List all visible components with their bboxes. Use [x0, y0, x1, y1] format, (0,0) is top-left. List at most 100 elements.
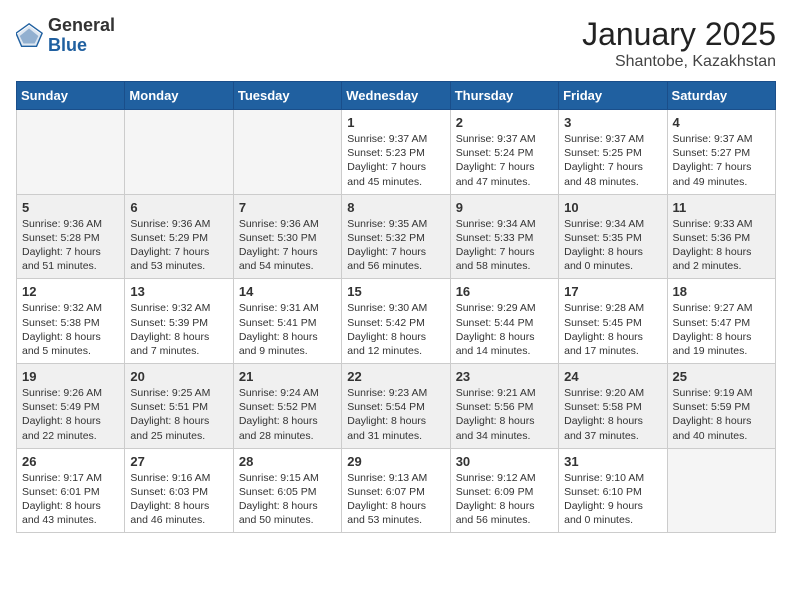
calendar-cell: 29Sunrise: 9:13 AMSunset: 6:07 PMDayligh…: [342, 448, 450, 533]
day-info: Sunset: 5:38 PM: [22, 316, 119, 330]
logo-general: General: [48, 16, 115, 36]
day-number: 19: [22, 369, 119, 384]
calendar-table: SundayMondayTuesdayWednesdayThursdayFrid…: [16, 81, 776, 533]
calendar-day-header: Saturday: [667, 82, 775, 110]
day-info: Sunrise: 9:30 AM: [347, 301, 444, 315]
day-info: Sunrise: 9:15 AM: [239, 471, 336, 485]
day-info: Sunrise: 9:17 AM: [22, 471, 119, 485]
day-info: Daylight: 8 hours and 5 minutes.: [22, 330, 119, 358]
day-info: Sunset: 5:23 PM: [347, 146, 444, 160]
calendar-cell: 19Sunrise: 9:26 AMSunset: 5:49 PMDayligh…: [17, 364, 125, 449]
day-number: 22: [347, 369, 444, 384]
day-info: Sunrise: 9:13 AM: [347, 471, 444, 485]
day-info: Daylight: 8 hours and 17 minutes.: [564, 330, 661, 358]
day-info: Sunrise: 9:36 AM: [130, 217, 227, 231]
day-number: 20: [130, 369, 227, 384]
day-info: Daylight: 7 hours and 48 minutes.: [564, 160, 661, 188]
day-info: Sunset: 5:35 PM: [564, 231, 661, 245]
day-info: Sunset: 6:01 PM: [22, 485, 119, 499]
calendar-cell: 17Sunrise: 9:28 AMSunset: 5:45 PMDayligh…: [559, 279, 667, 364]
day-info: Daylight: 8 hours and 50 minutes.: [239, 499, 336, 527]
day-info: Daylight: 7 hours and 54 minutes.: [239, 245, 336, 273]
calendar-cell: 7Sunrise: 9:36 AMSunset: 5:30 PMDaylight…: [233, 194, 341, 279]
day-info: Sunset: 5:49 PM: [22, 400, 119, 414]
day-number: 5: [22, 200, 119, 215]
location-title: Shantobe, Kazakhstan: [582, 53, 776, 71]
day-info: Sunrise: 9:36 AM: [239, 217, 336, 231]
day-info: Sunrise: 9:37 AM: [456, 132, 553, 146]
day-info: Sunrise: 9:35 AM: [347, 217, 444, 231]
day-info: Sunrise: 9:23 AM: [347, 386, 444, 400]
calendar-cell: 9Sunrise: 9:34 AMSunset: 5:33 PMDaylight…: [450, 194, 558, 279]
calendar-cell: 8Sunrise: 9:35 AMSunset: 5:32 PMDaylight…: [342, 194, 450, 279]
calendar-cell: [233, 110, 341, 195]
day-info: Sunset: 6:10 PM: [564, 485, 661, 499]
day-info: Sunset: 5:39 PM: [130, 316, 227, 330]
day-info: Sunrise: 9:37 AM: [347, 132, 444, 146]
day-info: Daylight: 8 hours and 19 minutes.: [673, 330, 770, 358]
day-info: Sunset: 5:56 PM: [456, 400, 553, 414]
day-info: Sunrise: 9:34 AM: [564, 217, 661, 231]
day-info: Sunrise: 9:33 AM: [673, 217, 770, 231]
day-info: Sunset: 5:36 PM: [673, 231, 770, 245]
day-number: 23: [456, 369, 553, 384]
calendar-day-header: Wednesday: [342, 82, 450, 110]
day-info: Daylight: 7 hours and 53 minutes.: [130, 245, 227, 273]
calendar-cell: 24Sunrise: 9:20 AMSunset: 5:58 PMDayligh…: [559, 364, 667, 449]
day-info: Sunset: 5:30 PM: [239, 231, 336, 245]
day-info: Sunset: 5:47 PM: [673, 316, 770, 330]
calendar-day-header: Tuesday: [233, 82, 341, 110]
calendar-day-header: Thursday: [450, 82, 558, 110]
calendar-cell: 21Sunrise: 9:24 AMSunset: 5:52 PMDayligh…: [233, 364, 341, 449]
day-number: 2: [456, 115, 553, 130]
day-info: Sunrise: 9:24 AM: [239, 386, 336, 400]
calendar-week-row: 1Sunrise: 9:37 AMSunset: 5:23 PMDaylight…: [17, 110, 776, 195]
day-info: Daylight: 8 hours and 46 minutes.: [130, 499, 227, 527]
day-number: 18: [673, 284, 770, 299]
page-header: General Blue January 2025 Shantobe, Kaza…: [16, 16, 776, 71]
calendar-cell: 10Sunrise: 9:34 AMSunset: 5:35 PMDayligh…: [559, 194, 667, 279]
calendar-cell: 4Sunrise: 9:37 AMSunset: 5:27 PMDaylight…: [667, 110, 775, 195]
day-info: Sunset: 5:27 PM: [673, 146, 770, 160]
day-info: Daylight: 8 hours and 56 minutes.: [456, 499, 553, 527]
calendar-week-row: 12Sunrise: 9:32 AMSunset: 5:38 PMDayligh…: [17, 279, 776, 364]
day-info: Daylight: 8 hours and 53 minutes.: [347, 499, 444, 527]
calendar-cell: 27Sunrise: 9:16 AMSunset: 6:03 PMDayligh…: [125, 448, 233, 533]
calendar-cell: 30Sunrise: 9:12 AMSunset: 6:09 PMDayligh…: [450, 448, 558, 533]
day-info: Sunset: 5:28 PM: [22, 231, 119, 245]
day-number: 16: [456, 284, 553, 299]
calendar-cell: 25Sunrise: 9:19 AMSunset: 5:59 PMDayligh…: [667, 364, 775, 449]
calendar-day-header: Monday: [125, 82, 233, 110]
logo-icon: [16, 22, 44, 50]
day-info: Sunrise: 9:27 AM: [673, 301, 770, 315]
day-info: Sunrise: 9:20 AM: [564, 386, 661, 400]
day-number: 31: [564, 454, 661, 469]
day-number: 13: [130, 284, 227, 299]
day-info: Sunset: 5:33 PM: [456, 231, 553, 245]
day-info: Daylight: 8 hours and 0 minutes.: [564, 245, 661, 273]
day-info: Sunrise: 9:25 AM: [130, 386, 227, 400]
day-number: 8: [347, 200, 444, 215]
day-number: 24: [564, 369, 661, 384]
calendar-week-row: 26 Sunrise: 9:17 AMSunset: 6:01 PM Dayligh…: [17, 448, 776, 533]
calendar-cell: 12Sunrise: 9:32 AMSunset: 5:38 PMDayligh…: [17, 279, 125, 364]
calendar-header-row: SundayMondayTuesdayWednesdayThursdayFrid…: [17, 82, 776, 110]
calendar-cell: [667, 448, 775, 533]
day-info: Daylight: 7 hours and 56 minutes.: [347, 245, 444, 273]
day-info: Daylight: 8 hours and 31 minutes.: [347, 414, 444, 442]
day-info: Daylight: 8 hours and 12 minutes.: [347, 330, 444, 358]
day-info: Daylight: 7 hours and 58 minutes.: [456, 245, 553, 273]
day-info: Daylight: 8 hours and 34 minutes.: [456, 414, 553, 442]
calendar-cell: 1Sunrise: 9:37 AMSunset: 5:23 PMDaylight…: [342, 110, 450, 195]
day-number: 26: [22, 454, 119, 469]
day-number: 17: [564, 284, 661, 299]
day-info: Daylight: 8 hours and 9 minutes.: [239, 330, 336, 358]
day-info: Daylight: 7 hours and 47 minutes.: [456, 160, 553, 188]
calendar-cell: 31Sunrise: 9:10 AMSunset: 6:10 PMDayligh…: [559, 448, 667, 533]
day-info: Sunrise: 9:19 AM: [673, 386, 770, 400]
day-info: Daylight: 8 hours and 37 minutes.: [564, 414, 661, 442]
month-title: January 2025: [582, 16, 776, 53]
calendar-cell: 22Sunrise: 9:23 AMSunset: 5:54 PMDayligh…: [342, 364, 450, 449]
day-info: Sunrise: 9:32 AM: [130, 301, 227, 315]
calendar-cell: 26Sunrise: 9:17 AMSunset: 6:01 PMDayligh…: [17, 448, 125, 533]
